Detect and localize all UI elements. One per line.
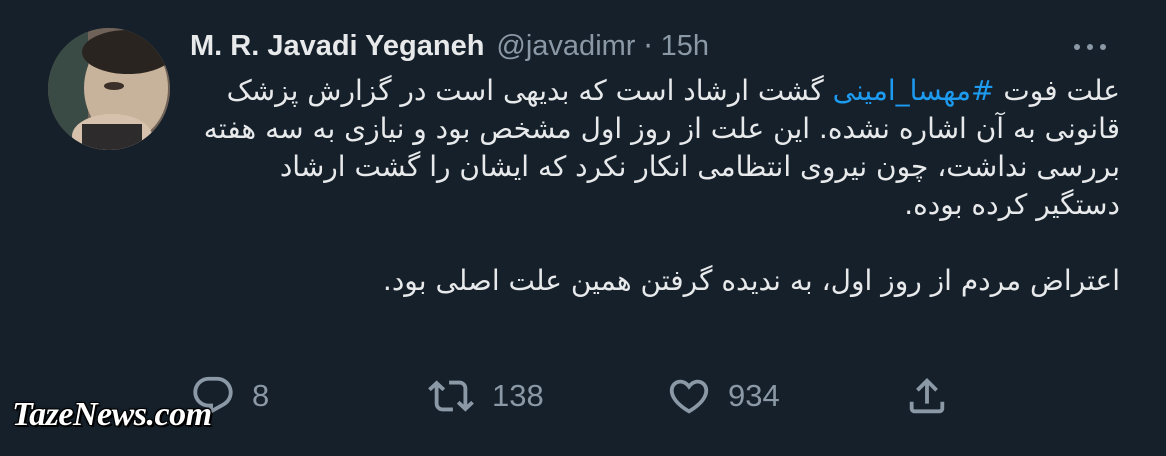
author-handle[interactable]: @javadimr [496, 30, 635, 63]
author-name[interactable]: M. R. Javadi Yeganeh [190, 30, 484, 63]
tweet-header: M. R. Javadi Yeganeh @javadimr · 15h [190, 24, 1120, 68]
tweet-paragraph-1: علت فوت #مهسا_امینی گشت ارشاد است که بدی… [190, 72, 1120, 224]
watermark-logo: TazeNews.com [12, 396, 212, 433]
tweet-paragraph-2: اعتراض مردم از روز اول، به ندیده گرفتن ه… [382, 264, 1120, 297]
heart-icon [669, 379, 709, 414]
like-count: 934 [728, 378, 780, 413]
separator-dot: · [643, 29, 653, 63]
tweet-text: علت فوت #مهسا_امینی گشت ارشاد است که بدی… [190, 72, 1120, 300]
tweet-timestamp[interactable]: 15h [661, 30, 709, 63]
like-button[interactable]: 934 [666, 368, 780, 424]
tweet-actions: 8 138 934 [190, 368, 990, 424]
retweet-count: 138 [492, 378, 544, 413]
tweet-text-start: علت فوت [994, 74, 1120, 107]
share-button[interactable] [904, 368, 950, 424]
share-icon [909, 377, 945, 414]
retweet-button[interactable]: 138 [426, 368, 544, 424]
avatar[interactable] [48, 28, 170, 150]
hashtag-link[interactable]: #مهسا_امینی [833, 74, 995, 107]
avatar-photo [48, 28, 170, 150]
reply-count: 8 [252, 378, 270, 413]
more-dots-icon[interactable] [1060, 32, 1120, 62]
retweet-icon [428, 380, 474, 412]
